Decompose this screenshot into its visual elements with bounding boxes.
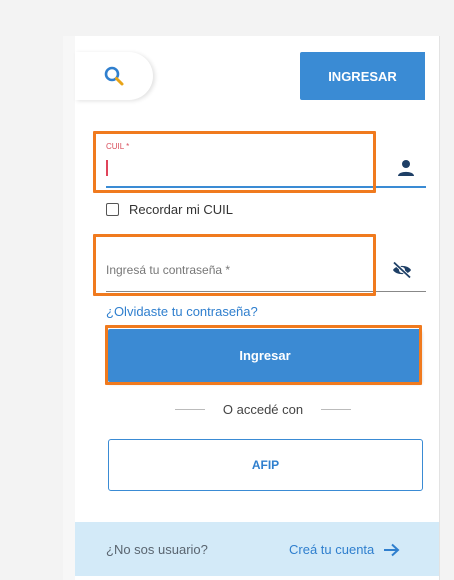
- divider-line-left: [175, 409, 205, 410]
- create-account-label: Creá tu cuenta: [289, 542, 375, 557]
- card-side-strip: [63, 36, 75, 580]
- alt-login-divider: O accedé con: [175, 402, 351, 417]
- cuil-field-highlight[interactable]: [93, 131, 376, 193]
- password-field-highlight[interactable]: [93, 234, 376, 296]
- search-icon: [104, 66, 124, 86]
- eye-slash-icon[interactable]: [391, 261, 413, 279]
- search-button[interactable]: [75, 52, 153, 100]
- afip-login-button[interactable]: AFIP: [108, 439, 423, 491]
- forgot-password-link[interactable]: ¿Olvidaste tu contraseña?: [106, 304, 258, 319]
- remember-cuil[interactable]: Recordar mi CUIL: [106, 202, 233, 217]
- no-user-text: ¿No sos usuario?: [106, 542, 208, 557]
- remember-label: Recordar mi CUIL: [129, 202, 234, 217]
- user-icon: [398, 160, 414, 176]
- divider-line-right: [321, 409, 351, 410]
- arrow-right-icon: [383, 543, 401, 557]
- header-login-button[interactable]: INGRESAR: [300, 52, 425, 100]
- remember-checkbox[interactable]: [106, 203, 119, 216]
- divider-text: O accedé con: [222, 402, 304, 417]
- create-account-link[interactable]: Creá tu cuenta: [289, 542, 401, 557]
- submit-button-highlight: [105, 325, 422, 385]
